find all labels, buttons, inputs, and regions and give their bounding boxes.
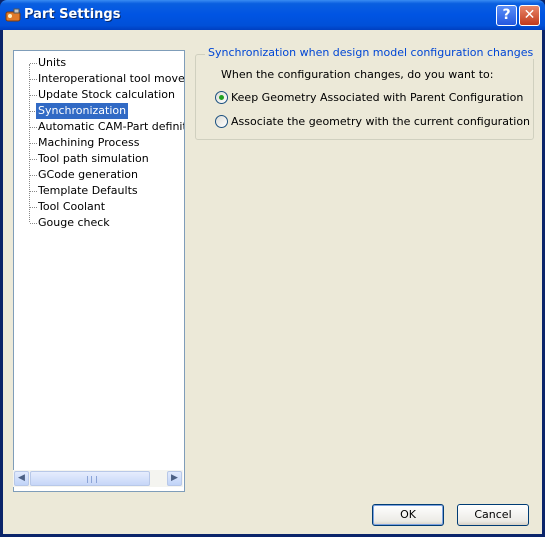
scroll-left-arrow-icon[interactable]: ◀ [14,471,29,486]
radio-button[interactable] [215,115,228,128]
scroll-right-arrow-icon[interactable]: ▶ [167,471,182,486]
tree-item[interactable]: Tool Coolant [38,199,105,215]
tree-branch-line [30,127,37,128]
tree-item[interactable]: Automatic CAM-Part definition [38,119,184,135]
tree-item[interactable]: Synchronization [36,103,129,119]
tree-item[interactable]: Template Defaults [38,183,138,199]
dialog-body: UnitsInteroperational tool movementUpdat… [3,30,542,534]
tree-branch-line [30,207,37,208]
tree-item[interactable]: Gouge check [38,215,110,231]
part-settings-window: Part Settings ? ✕ Units Interoperational … [0,0,545,537]
tree-item[interactable]: Tool path simulation [38,151,149,167]
app-icon [5,8,21,22]
scroll-grip-icon [87,476,97,483]
tree-branch-line [30,223,37,224]
tree-branch-line [30,143,37,144]
close-button[interactable]: ✕ [519,5,540,26]
settings-tree[interactable]: UnitsInteroperational tool movementUpdat… [13,50,185,492]
tree-branch-line [30,95,37,96]
radio-associate-geometry-label[interactable]: Associate the geometry with the current … [231,114,530,130]
tree-horizontal-scrollbar[interactable]: ◀ ▶ [13,470,183,487]
scroll-thumb[interactable] [30,471,150,486]
synchronization-group-title: Synchronization when design model config… [205,46,537,59]
tree-item[interactable]: Interoperational tool movement [38,71,184,87]
ok-button[interactable]: OK [372,504,444,526]
tree-branch-line [30,175,37,176]
tree-branch-line [30,79,37,80]
tree-item[interactable]: Machining Process [38,135,140,151]
cancel-button[interactable]: Cancel [457,504,529,526]
configuration-question: When the configuration changes, do you w… [221,68,494,81]
tree-branch-line [30,191,37,192]
tree-item[interactable]: Units [38,55,66,71]
help-button[interactable]: ? [496,5,517,26]
radio-selected-dot [219,95,224,100]
title-bar[interactable]: Part Settings ? ✕ [0,0,545,30]
radio-keep-geometry-label[interactable]: Keep Geometry Associated with Parent Con… [231,90,523,106]
tree-branch-line [30,159,37,160]
window-title: Part Settings [24,7,121,22]
tree-branch-line [30,63,37,64]
tree-item[interactable]: GCode generation [38,167,138,183]
tree-item[interactable]: Update Stock calculation [38,87,175,103]
radio-button[interactable] [215,91,228,104]
